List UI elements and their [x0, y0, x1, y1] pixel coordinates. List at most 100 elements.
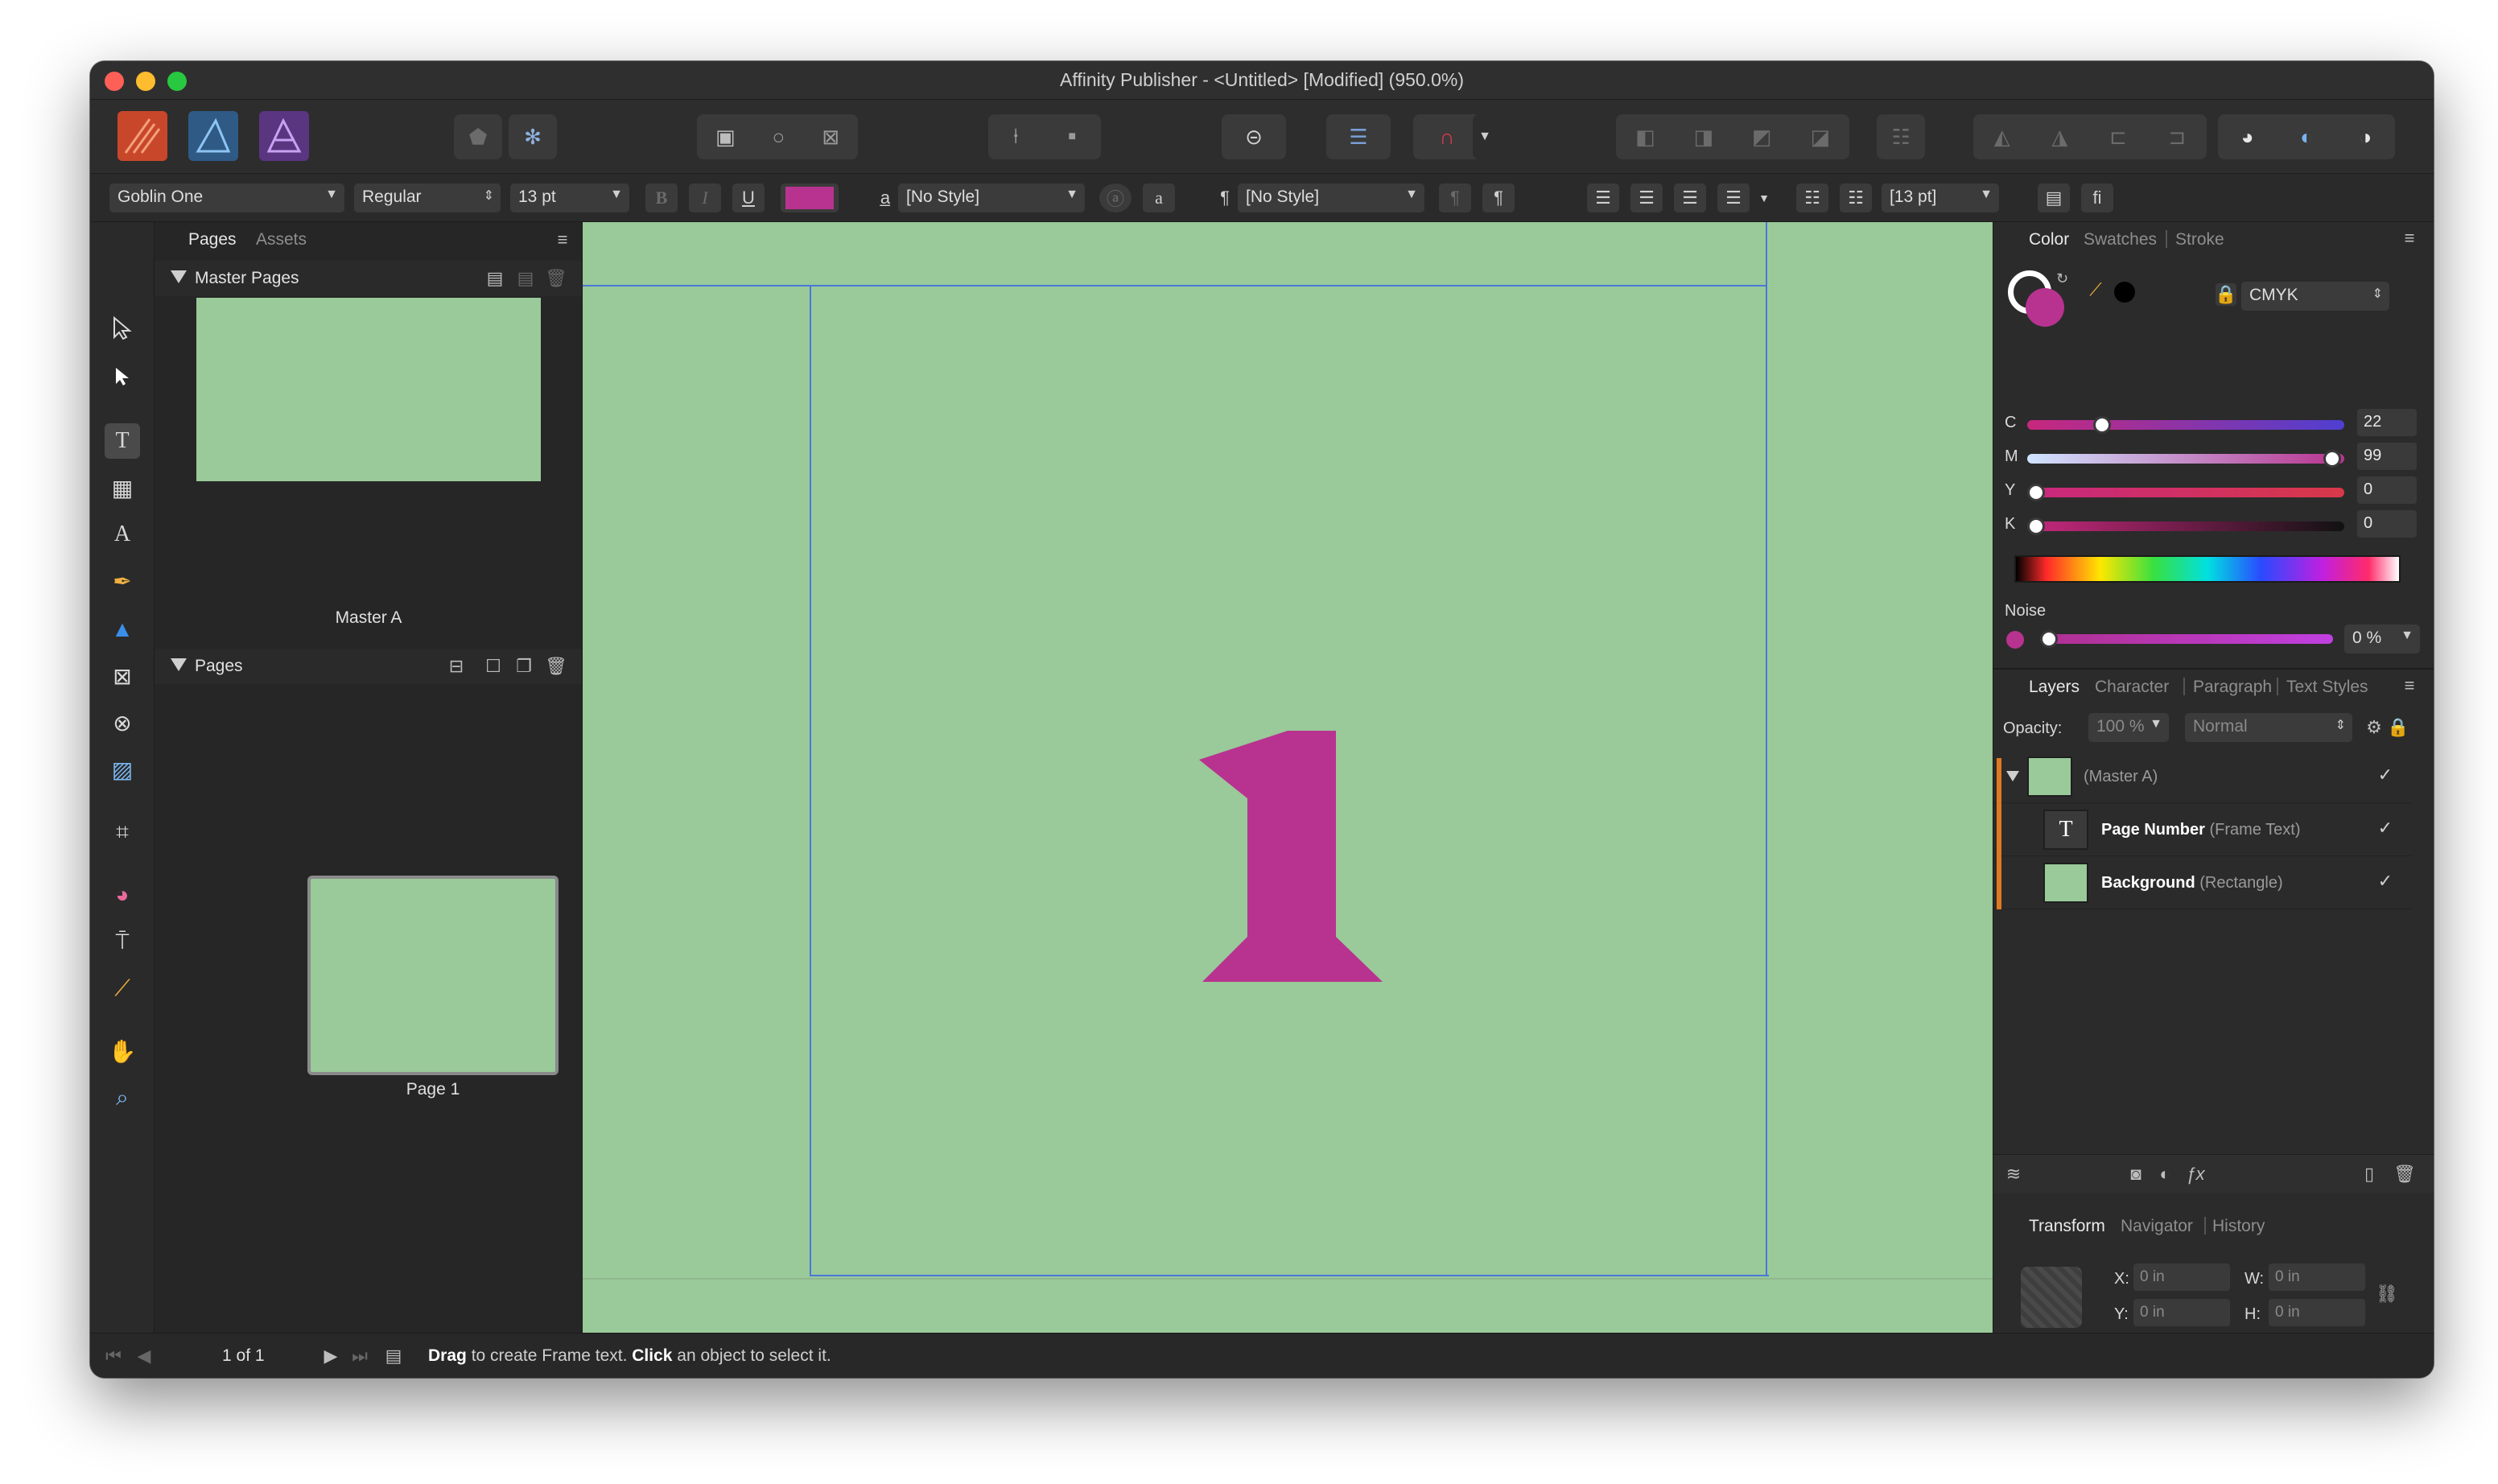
- paragraph-style-select[interactable]: [No Style] ▼: [1238, 183, 1424, 212]
- tab-paragraph[interactable]: Paragraph: [2193, 678, 2272, 697]
- pin-icon[interactable]: ⍿: [1013, 124, 1019, 150]
- zoom-tool-icon[interactable]: ⌕: [105, 1080, 140, 1115]
- add-master-icon[interactable]: ▤: [484, 267, 505, 290]
- first-page-icon[interactable]: ⏮: [103, 1345, 124, 1367]
- cyan-slider[interactable]: [2027, 420, 2344, 430]
- view-bleed-icon[interactable]: ○: [773, 125, 785, 150]
- alignment-dropdown-icon[interactable]: ▼: [1753, 183, 1775, 212]
- move-forward-icon[interactable]: ◩: [1752, 125, 1772, 150]
- fx-icon[interactable]: ƒx: [2185, 1163, 2206, 1185]
- h-field[interactable]: 0 in: [2269, 1299, 2365, 1326]
- swap-colors-icon[interactable]: ↻: [2056, 270, 2068, 287]
- magenta-slider[interactable]: [2027, 454, 2344, 464]
- black-slider[interactable]: [2027, 521, 2344, 531]
- tab-color[interactable]: Color: [2029, 230, 2069, 249]
- next-page-icon[interactable]: ▶: [320, 1345, 341, 1367]
- gear-icon[interactable]: ⚙: [2364, 716, 2385, 739]
- noise-slider[interactable]: [2040, 634, 2333, 644]
- text-fill-color-swatch[interactable]: [781, 183, 839, 212]
- font-style-select[interactable]: Regular ⇕: [354, 183, 501, 212]
- bold-button[interactable]: B: [645, 183, 678, 212]
- tab-navigator[interactable]: Navigator: [2121, 1217, 2193, 1236]
- frame-text-tool-icon[interactable]: T: [105, 423, 140, 459]
- disclosure-triangle-icon[interactable]: [2006, 771, 2019, 781]
- move-to-back-icon[interactable]: ◧: [1635, 125, 1655, 150]
- rotate-right-icon[interactable]: ⊐: [2168, 125, 2186, 150]
- text-wrap-icon[interactable]: ☰: [1326, 114, 1391, 159]
- black-slider-knob[interactable]: [2027, 517, 2045, 535]
- color-spectrum-bar[interactable]: [2014, 555, 2401, 583]
- page-options-icon[interactable]: ▤: [383, 1345, 404, 1367]
- magenta-slider-knob[interactable]: [2323, 450, 2342, 468]
- lock-icon[interactable]: 🔒: [2387, 716, 2409, 739]
- photo-persona-icon[interactable]: [259, 111, 309, 161]
- visibility-checkbox[interactable]: ✓: [2378, 818, 2393, 839]
- yellow-slider[interactable]: [2027, 488, 2344, 497]
- lock-icon[interactable]: 🔒: [2215, 283, 2237, 306]
- adjustment-icon[interactable]: ◐: [2154, 1163, 2175, 1185]
- assistant-icon[interactable]: ✻: [509, 114, 557, 159]
- character-style-select[interactable]: [No Style] ▼: [898, 183, 1085, 212]
- picked-color-swatch[interactable]: [2114, 282, 2135, 303]
- delete-master-icon[interactable]: 🗑: [545, 267, 567, 290]
- char-style-options-icon[interactable]: a: [1143, 183, 1175, 212]
- disclosure-triangle-icon[interactable]: [171, 270, 187, 283]
- w-field[interactable]: 0 in: [2269, 1263, 2365, 1291]
- numbering-icon[interactable]: ☷: [1840, 183, 1872, 212]
- delete-layer-icon[interactable]: 🗑: [2393, 1163, 2416, 1185]
- magenta-value-field[interactable]: 99: [2357, 443, 2417, 470]
- font-family-select[interactable]: Goblin One ▼: [109, 183, 344, 212]
- rotate-left-icon[interactable]: ⊏: [2109, 125, 2127, 150]
- link-proportions-icon[interactable]: ⛓: [2376, 1283, 2398, 1305]
- layer-row-page-number[interactable]: T Page Number (Frame Text) ✓: [1993, 803, 2412, 856]
- text-frame-icon[interactable]: ▤: [2038, 183, 2070, 212]
- node-tool-icon[interactable]: [105, 359, 140, 394]
- tab-stroke[interactable]: Stroke: [2175, 230, 2224, 249]
- page-spread-icon[interactable]: ⊟: [446, 655, 467, 678]
- align-left-icon[interactable]: ☰: [1587, 183, 1619, 212]
- delete-page-icon[interactable]: 🗑: [545, 655, 567, 678]
- fill-tool-icon[interactable]: ⍑: [105, 924, 140, 959]
- artistic-text-tool-icon[interactable]: A: [105, 517, 140, 552]
- intersect-boolean-icon[interactable]: ◑: [2359, 125, 2372, 150]
- hand-tool-icon[interactable]: ✋: [105, 1033, 140, 1069]
- page-1-thumbnail[interactable]: [307, 876, 559, 1075]
- publisher-persona-icon[interactable]: [117, 111, 167, 161]
- align-center-icon[interactable]: ☰: [1630, 183, 1663, 212]
- pen-tool-icon[interactable]: ✒: [105, 563, 140, 599]
- black-value-field[interactable]: 0: [2357, 510, 2417, 538]
- tab-layers[interactable]: Layers: [2029, 678, 2080, 697]
- snapping-dropdown-icon[interactable]: ▼: [1473, 114, 1497, 159]
- page-number-glyph[interactable]: [1199, 731, 1386, 985]
- x-field[interactable]: 0 in: [2133, 1263, 2230, 1291]
- tab-swatches[interactable]: Swatches: [2084, 230, 2157, 249]
- layer-row-background[interactable]: Background (Rectangle) ✓: [1993, 856, 2412, 909]
- previous-page-icon[interactable]: ◀: [134, 1345, 155, 1367]
- clear-char-style-icon[interactable]: ⓐ: [1099, 183, 1132, 212]
- color-picker-wheel-icon[interactable]: ◕: [105, 877, 140, 913]
- noise-slider-knob[interactable]: [2040, 630, 2058, 648]
- align-right-icon[interactable]: ☰: [1674, 183, 1706, 212]
- add-layer-icon[interactable]: ▯: [2359, 1163, 2380, 1185]
- move-back-icon[interactable]: ◨: [1693, 125, 1713, 150]
- yellow-slider-knob[interactable]: [2027, 484, 2045, 501]
- view-normal-icon[interactable]: ▣: [715, 125, 736, 150]
- yellow-value-field[interactable]: 0: [2357, 476, 2417, 504]
- snapping-magnet-icon[interactable]: ∩: [1413, 114, 1481, 159]
- layers-stack-icon[interactable]: ≋: [2003, 1163, 2024, 1185]
- stop-icon[interactable]: ■: [1068, 130, 1076, 144]
- add-boolean-icon[interactable]: ◕: [2241, 125, 2254, 150]
- visibility-checkbox[interactable]: ✓: [2378, 871, 2393, 892]
- tab-history[interactable]: History: [2212, 1217, 2265, 1236]
- panel-menu-icon[interactable]: ≡: [2399, 674, 2420, 697]
- visibility-checkbox[interactable]: ✓: [2378, 765, 2393, 785]
- panel-menu-icon[interactable]: ≡: [2399, 227, 2420, 249]
- last-page-icon[interactable]: ⏭: [349, 1345, 370, 1367]
- flip-horizontal-icon[interactable]: ◭: [1994, 125, 2010, 150]
- layer-row-master-a[interactable]: (Master A) ✓: [1993, 750, 2412, 803]
- font-size-field[interactable]: 13 pt ▼: [510, 183, 629, 212]
- fill-color-circle[interactable]: [2026, 288, 2064, 327]
- underline-button[interactable]: U: [732, 183, 765, 212]
- bullets-icon[interactable]: ☷: [1796, 183, 1828, 212]
- justify-icon[interactable]: ☰: [1717, 183, 1750, 212]
